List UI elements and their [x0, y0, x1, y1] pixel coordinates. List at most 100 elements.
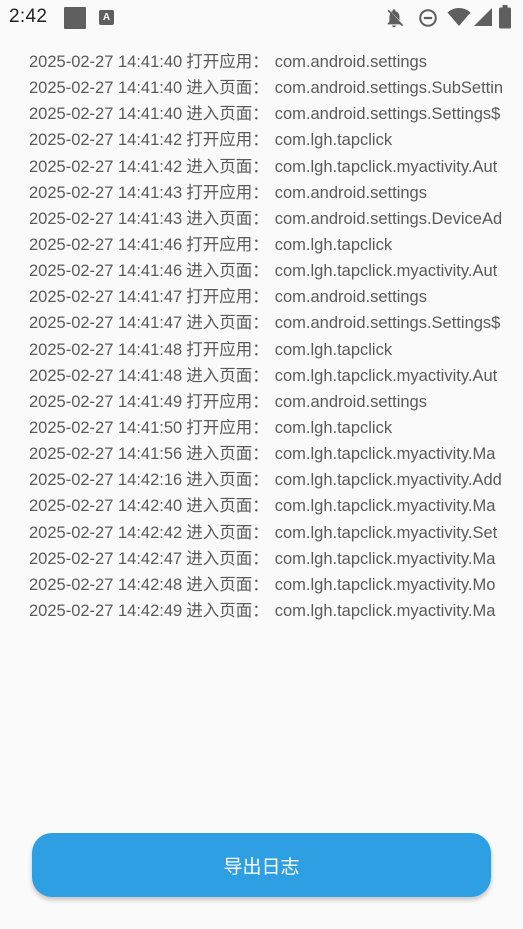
log-action: 打开应用 [186, 235, 253, 254]
log-entry: 2025-02-27 14:41:49 打开应用： com.android.sett… [29, 389, 523, 415]
log-separator: ： [252, 497, 269, 516]
status-bar: 2:42 A [0, 0, 523, 36]
log-timestamp: 2025-02-27 14:41:47 [29, 314, 183, 333]
log-entry: 2025-02-27 14:41:56 进入页面： com.lgh.tapclick… [29, 441, 523, 467]
log-separator: ： [252, 314, 269, 333]
log-timestamp: 2025-02-27 14:41:48 [29, 340, 183, 359]
log-action: 打开应用 [186, 340, 253, 359]
log-separator: ： [252, 79, 269, 98]
export-log-button[interactable]: 导出日志 [32, 833, 491, 897]
log-separator: ： [252, 235, 269, 254]
log-separator: ： [252, 105, 269, 124]
log-entry: 2025-02-27 14:41:47 打开应用： com.android.sett… [29, 284, 523, 310]
log-entry: 2025-02-27 14:41:40 进入页面： com.android.sett… [29, 101, 523, 127]
log-entry: 2025-02-27 14:41:48 打开应用： com.lgh.tapclick [29, 337, 523, 363]
log-entry: 2025-02-27 14:42:42 进入页面： com.lgh.tapclick… [29, 520, 523, 546]
log-separator: ： [252, 288, 269, 307]
log-action: 打开应用 [186, 53, 253, 71]
log-entry: 2025-02-27 14:41:43 进入页面： com.android.sett… [29, 206, 523, 232]
log-timestamp: 2025-02-27 14:42:48 [29, 575, 183, 594]
log-action: 进入页面 [186, 549, 253, 568]
log-target: com.lgh.tapclick.myactivity.Set [274, 523, 498, 542]
log-timestamp: 2025-02-27 14:41:43 [29, 209, 183, 228]
log-entry: 2025-02-27 14:41:42 进入页面： com.lgh.tapclick… [29, 154, 523, 180]
log-action: 进入页面 [186, 262, 253, 281]
log-target: com.lgh.tapclick.myactivity.Aut [274, 157, 498, 176]
log-timestamp: 2025-02-27 14:42:49 [29, 601, 183, 620]
log-target: com.lgh.tapclick.myactivity.Aut [274, 366, 498, 385]
log-timestamp: 2025-02-27 14:41:49 [29, 392, 183, 411]
log-target: com.android.settings [274, 288, 427, 307]
log-list[interactable]: 2025-02-27 14:41:40 打开应用： com.android.sett… [29, 49, 523, 624]
signal-icon [474, 8, 492, 26]
log-entry: 2025-02-27 14:41:40 打开应用： com.android.sett… [29, 49, 523, 75]
log-entry: 2025-02-27 14:41:50 打开应用： com.lgh.tapclick [29, 415, 523, 441]
log-timestamp: 2025-02-27 14:41:50 [29, 418, 183, 437]
log-timestamp: 2025-02-27 14:41:47 [29, 288, 183, 307]
bell-off-icon [387, 9, 404, 28]
log-timestamp: 2025-02-27 14:41:48 [29, 366, 183, 385]
log-entry: 2025-02-27 14:42:16 进入页面： com.lgh.tapclick… [29, 467, 523, 493]
app-a-icon: A [99, 10, 114, 25]
log-action: 打开应用 [186, 392, 253, 411]
log-separator: ： [252, 131, 269, 150]
log-target: com.lgh.tapclick [274, 340, 393, 359]
log-entry: 2025-02-27 14:41:43 打开应用： com.android.sett… [29, 180, 523, 206]
log-separator: ： [252, 575, 269, 594]
log-target: com.android.settings [274, 392, 427, 411]
log-entry: 2025-02-27 14:41:40 进入页面： com.android.sett… [29, 75, 523, 101]
log-entry: 2025-02-27 14:42:40 进入页面： com.lgh.tapclick… [29, 493, 523, 519]
log-target: com.lgh.tapclick.myactivity.Aut [274, 262, 498, 281]
log-timestamp: 2025-02-27 14:41:46 [29, 235, 183, 254]
log-entry: 2025-02-27 14:41:42 打开应用： com.lgh.tapclick [29, 127, 523, 153]
log-separator: ： [252, 53, 269, 71]
log-target: com.lgh.tapclick.myactivity.Add [274, 471, 502, 490]
log-target: com.android.settings.Settings$ [274, 105, 501, 124]
notification-square-icon [64, 7, 86, 29]
log-separator: ： [252, 262, 269, 281]
log-separator: ： [252, 445, 269, 464]
log-target: com.lgh.tapclick [274, 235, 393, 254]
log-target: com.lgh.tapclick.myactivity.Mo [274, 575, 496, 594]
log-entry: 2025-02-27 14:42:47 进入页面： com.lgh.tapclick… [29, 546, 523, 572]
log-timestamp: 2025-02-27 14:42:47 [29, 549, 183, 568]
wifi-icon [447, 8, 471, 26]
log-target: com.android.settings.DeviceAd [274, 209, 503, 228]
log-separator: ： [252, 523, 269, 542]
log-entry: 2025-02-27 14:42:48 进入页面： com.lgh.tapclick… [29, 572, 523, 598]
log-action: 进入页面 [186, 209, 253, 228]
log-separator: ： [252, 157, 269, 176]
log-action: 进入页面 [186, 497, 253, 516]
log-timestamp: 2025-02-27 14:41:46 [29, 262, 183, 281]
log-target: com.android.settings.SubSettin [274, 79, 504, 98]
log-separator: ： [252, 183, 269, 202]
do-not-disturb-icon [419, 9, 437, 27]
log-timestamp: 2025-02-27 14:41:42 [29, 131, 183, 150]
log-separator: ： [252, 392, 269, 411]
log-action: 进入页面 [186, 471, 253, 490]
log-entry: 2025-02-27 14:42:49 进入页面： com.lgh.tapclick… [29, 598, 523, 624]
status-time: 2:42 [9, 6, 48, 27]
log-timestamp: 2025-02-27 14:41:43 [29, 183, 183, 202]
log-timestamp: 2025-02-27 14:41:42 [29, 157, 183, 176]
log-target: com.lgh.tapclick [274, 418, 393, 437]
log-target: com.android.settings.Settings$ [274, 314, 501, 333]
log-timestamp: 2025-02-27 14:42:16 [29, 471, 183, 490]
log-entry: 2025-02-27 14:41:46 打开应用： com.lgh.tapclick [29, 232, 523, 258]
log-target: com.lgh.tapclick.myactivity.Ma [274, 497, 496, 516]
log-target: com.android.settings [274, 53, 427, 71]
log-action: 进入页面 [186, 523, 253, 542]
log-separator: ： [252, 209, 269, 228]
log-action: 打开应用 [186, 418, 253, 437]
log-entry: 2025-02-27 14:41:46 进入页面： com.lgh.tapclick… [29, 258, 523, 284]
log-action: 进入页面 [186, 157, 253, 176]
log-target: com.lgh.tapclick.myactivity.Ma [274, 601, 496, 620]
log-action: 进入页面 [186, 79, 253, 98]
battery-icon [499, 5, 511, 29]
log-timestamp: 2025-02-27 14:41:40 [29, 53, 183, 71]
log-action: 进入页面 [186, 601, 253, 620]
log-action: 进入页面 [186, 366, 253, 385]
log-entry: 2025-02-27 14:41:47 进入页面： com.android.sett… [29, 310, 523, 336]
log-action: 进入页面 [186, 575, 253, 594]
log-timestamp: 2025-02-27 14:42:40 [29, 497, 183, 516]
